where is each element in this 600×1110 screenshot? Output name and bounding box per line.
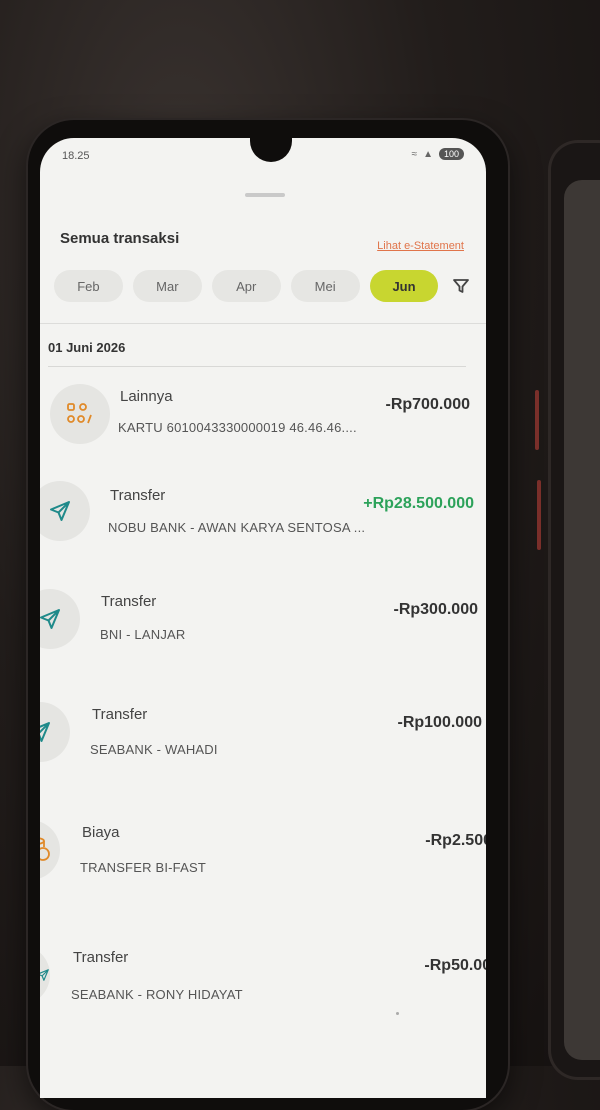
status-bar: 18.25 ≈ ▲ 100 <box>62 148 464 166</box>
filter-icon[interactable] <box>448 273 474 299</box>
coins-icon <box>40 820 60 880</box>
transaction-amount: -Rp700.000 <box>385 396 471 413</box>
send-icon <box>40 702 70 762</box>
app-screen: 18.25 ≈ ▲ 100 Semua transaksi Lihat e-St… <box>40 138 486 1098</box>
transaction-amount: -Rp100.000 <box>397 714 483 731</box>
month-chip-mei[interactable]: Mei <box>290 270 360 302</box>
transaction-category: Lainnya <box>120 388 173 405</box>
phone-side-button <box>535 390 539 450</box>
month-chip-mar[interactable]: Mar <box>132 270 202 302</box>
phone-side-button <box>537 480 541 550</box>
second-phone <box>548 140 600 1080</box>
battery-icon: 100 <box>438 148 464 160</box>
month-chip-feb[interactable]: Feb <box>54 270 123 302</box>
transaction-row[interactable]: Lainnya -Rp700.000 KARTU 601004333000001… <box>40 384 486 464</box>
send-icon <box>40 481 90 541</box>
transaction-category: Transfer <box>73 949 129 966</box>
transaction-row[interactable]: Transfer -Rp100.000 SEABANK - WAHADI <box>40 700 486 780</box>
status-time: 18.25 <box>62 150 90 162</box>
transaction-description: TRANSFER BI-FAST <box>80 860 206 875</box>
transaction-amount: -Rp2.500 <box>425 832 486 849</box>
transaction-category: Biaya <box>82 824 120 841</box>
wifi-icon: ≈ <box>411 148 418 160</box>
signal-icon: ▲ <box>423 148 433 160</box>
transaction-description: KARTU 6010043330000019 46.46.46.... <box>118 420 357 435</box>
divider <box>40 323 486 324</box>
estatement-link[interactable]: Lihat e-Statement <box>377 240 464 252</box>
transaction-category: Transfer <box>101 593 157 610</box>
transaction-row[interactable]: Transfer +Rp28.500.000 NOBU BANK - AWAN … <box>40 481 486 561</box>
page-title: Semua transaksi <box>60 230 180 247</box>
transaction-amount: -Rp50.000 <box>424 957 486 974</box>
transaction-row[interactable]: Transfer -Rp300.000 BNI - LANJAR <box>40 587 486 667</box>
transaction-row[interactable]: Transfer -Rp50.000 SEABANK - RONY HIDAYA… <box>40 945 486 1025</box>
month-filter-bar: Feb Mar Apr Mei Jun <box>54 269 474 303</box>
send-icon <box>40 589 80 649</box>
sheet-drag-handle[interactable] <box>245 193 285 197</box>
decorative-dot <box>396 1012 399 1015</box>
transaction-amount: +Rp28.500.000 <box>363 495 474 512</box>
transaction-row[interactable]: Biaya -Rp2.500 TRANSFER BI-FAST <box>40 820 486 900</box>
transaction-category: Transfer <box>92 706 148 723</box>
other-icon <box>50 384 110 444</box>
transaction-description: BNI - LANJAR <box>100 627 186 642</box>
status-icons: ≈ ▲ 100 <box>412 148 464 160</box>
transaction-amount: -Rp300.000 <box>393 601 479 618</box>
date-group-header: 01 Juni 2026 <box>48 340 126 355</box>
month-chip-jun[interactable]: Jun <box>369 270 439 302</box>
transaction-description: SEABANK - RONY HIDAYAT <box>71 987 243 1002</box>
transaction-description: SEABANK - WAHADI <box>90 742 218 757</box>
divider <box>48 366 466 367</box>
month-chip-apr[interactable]: Apr <box>211 270 281 302</box>
transaction-description: NOBU BANK - AWAN KARYA SENTOSA ... <box>108 520 366 535</box>
transaction-category: Transfer <box>110 487 166 504</box>
send-icon <box>40 945 50 1005</box>
